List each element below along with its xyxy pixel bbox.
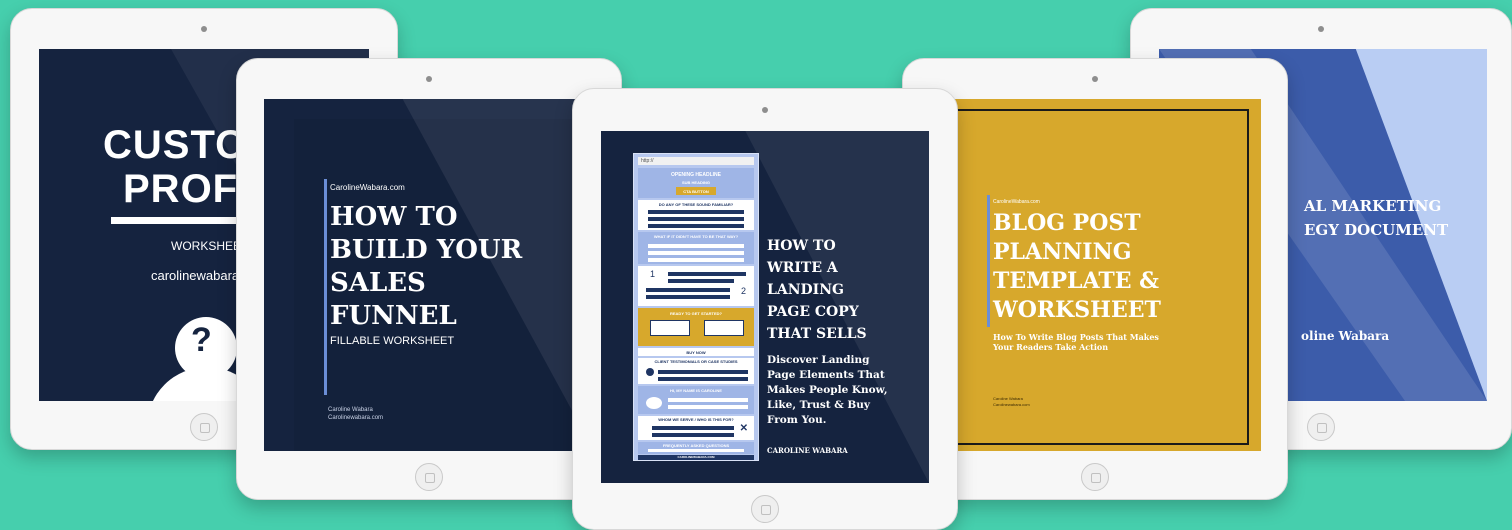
- cover-title: HOW TO WRITE A LANDING PAGE COPY THAT SE…: [767, 235, 867, 345]
- home-button-icon: [751, 495, 779, 523]
- cover-title-line: HOW TO: [330, 202, 458, 232]
- cover-title-line: PAGE COPY: [767, 304, 859, 320]
- mock-footer-label: CAROLINEWABARA.COM: [677, 455, 715, 459]
- cover-site: CarolineWabara.com: [993, 199, 1040, 205]
- mock-about-label: HI, MY NAME IS CAROLINE: [670, 388, 722, 393]
- home-button-icon: [1307, 413, 1335, 441]
- mock-testimonials-label: CLIENT TESTIMONIALS OR CASE STUDIES: [654, 359, 738, 364]
- tablet-landing-page: http:// OPENING HEADLINE SUB HEADING CTA…: [572, 88, 958, 530]
- cover-title-line: HOW TO: [767, 238, 836, 254]
- mock-heading: OPENING HEADLINE: [670, 172, 721, 178]
- question-mark-icon: ?: [191, 321, 212, 359]
- cover-site: carolinewabara.c: [151, 268, 250, 283]
- home-button-icon: [415, 463, 443, 491]
- cover-title-line-1: AL MARKETING: [1304, 197, 1442, 215]
- cover-title-line: PLANNING: [993, 239, 1132, 265]
- cover-title: BLOG POST PLANNING TEMPLATE & WORKSHEET: [993, 209, 1161, 325]
- cover-title-line: BLOG POST: [993, 210, 1141, 236]
- cover-description-line: Discover Landing: [767, 354, 870, 366]
- cover-author-site: Carolinewabara.com: [993, 402, 1030, 407]
- mock-url-bar: http://: [638, 157, 754, 165]
- mock-what-if-block: WHAT IF IT DIDN'T HAVE TO BE THAT WAY?: [638, 232, 754, 264]
- mock-plan-box: [704, 320, 744, 336]
- mock-about-block: HI, MY NAME IS CAROLINE: [638, 386, 754, 414]
- cover-author: CAROLINE WABARA: [767, 446, 848, 455]
- mock-cross-icon: ✕: [739, 423, 748, 434]
- cover-site: CarolineWabara.com: [330, 183, 405, 192]
- mock-cta-label: CTA BUTTON: [683, 189, 709, 194]
- cover-title-line-2: PROFI: [123, 167, 251, 211]
- tablet-blog-planning: CarolineWabara.com BLOG POST PLANNING TE…: [902, 58, 1288, 500]
- camera-icon: [762, 107, 768, 113]
- cover-blog-planning: CarolineWabara.com BLOG POST PLANNING TE…: [929, 99, 1261, 451]
- cover-title-line: FUNNEL: [330, 301, 457, 331]
- cover-title-line: WRITE A: [767, 260, 838, 276]
- mock-ready-label: READY TO GET STARTED?: [669, 311, 722, 316]
- mock-footer: CAROLINEWABARA.COM: [638, 455, 754, 460]
- mock-faq-label: FREQUENTLY ASKED QUESTIONS: [662, 443, 730, 448]
- cover-title-line: TEMPLATE &: [993, 268, 1160, 294]
- cover-title-line-2: EGY DOCUMENT: [1304, 221, 1449, 239]
- cover-title-line: LANDING: [767, 282, 844, 298]
- tablet-sales-funnel: CarolineWabara.com HOW TO BUILD YOUR SAL…: [236, 58, 622, 500]
- cover-description-line: Like, Trust & Buy: [767, 399, 871, 411]
- cover-title-line: WORKSHEET: [993, 297, 1161, 323]
- cover-title: HOW TO BUILD YOUR SALES FUNNEL: [330, 201, 522, 333]
- landing-page-mockup: http:// OPENING HEADLINE SUB HEADING CTA…: [633, 153, 759, 461]
- cover-description-line: Makes People Know,: [767, 384, 888, 396]
- cover-author: Caroline Wabara: [993, 396, 1023, 401]
- home-button-icon: [190, 413, 218, 441]
- cover-description: Discover Landing Page Elements That Make…: [767, 353, 888, 428]
- cover-subtitle-line: How To Write Blog Posts That Makes: [993, 332, 1159, 342]
- cover-description-line: From You.: [767, 414, 827, 426]
- camera-icon: [201, 26, 207, 32]
- mock-familiar-block: DO ANY OF THESE SOUND FAMILIAR?: [638, 200, 754, 230]
- mock-buy-now-label: BUY NOW: [686, 350, 706, 355]
- mock-what-if-label: WHAT IF IT DIDN'T HAVE TO BE THAT WAY?: [653, 234, 739, 239]
- mock-url: http://: [641, 158, 654, 164]
- camera-icon: [1092, 76, 1098, 82]
- mock-audience-label: WHOM WE SERVE / WHO IS THIS FOR?: [658, 417, 734, 422]
- mock-buy-now: BUY NOW: [638, 348, 754, 356]
- cover-subtitle: FILLABLE WORKSHEET: [330, 335, 455, 347]
- accent-bar: [987, 195, 990, 327]
- cover-landing-page: http:// OPENING HEADLINE SUB HEADING CTA…: [601, 131, 929, 483]
- cover-title-line: SALES: [330, 268, 426, 298]
- cover-subtitle: How To Write Blog Posts That Makes Your …: [993, 332, 1159, 352]
- mock-steps-block: 1 2: [638, 266, 754, 306]
- cover-title-line: THAT SELLS: [767, 326, 867, 342]
- mock-testimonials-block: CLIENT TESTIMONIALS OR CASE STUDIES: [638, 358, 754, 384]
- mock-step-1: 1: [650, 269, 656, 279]
- mock-step-2: 2: [740, 286, 746, 296]
- mock-familiar-label: DO ANY OF THESE SOUND FAMILIAR?: [658, 202, 734, 207]
- cover-sales-funnel: CarolineWabara.com HOW TO BUILD YOUR SAL…: [264, 99, 594, 451]
- mock-audience-block: WHOM WE SERVE / WHO IS THIS FOR? ✕: [638, 416, 754, 440]
- cover-author-site: Carolinewabara.com: [328, 415, 384, 421]
- mock-subheading: SUB HEADING: [681, 180, 710, 185]
- cover-description-line: Page Elements That: [767, 369, 885, 381]
- mock-header: OPENING HEADLINE SUB HEADING CTA BUTTON: [638, 168, 754, 198]
- home-button-icon: [1081, 463, 1109, 491]
- cover-subtitle-line: Your Readers Take Action: [993, 342, 1109, 352]
- mock-plan-box: [650, 320, 690, 336]
- mock-ready-block: READY TO GET STARTED?: [638, 308, 754, 346]
- camera-icon: [426, 76, 432, 82]
- cover-author: oline Wabara: [1301, 329, 1390, 343]
- cover-author: Caroline Wabara: [328, 407, 373, 413]
- cover-title-line: BUILD YOUR: [330, 235, 523, 265]
- camera-icon: [1318, 26, 1324, 32]
- accent-bar: [324, 179, 327, 395]
- mock-faq-block: FREQUENTLY ASKED QUESTIONS: [638, 442, 754, 454]
